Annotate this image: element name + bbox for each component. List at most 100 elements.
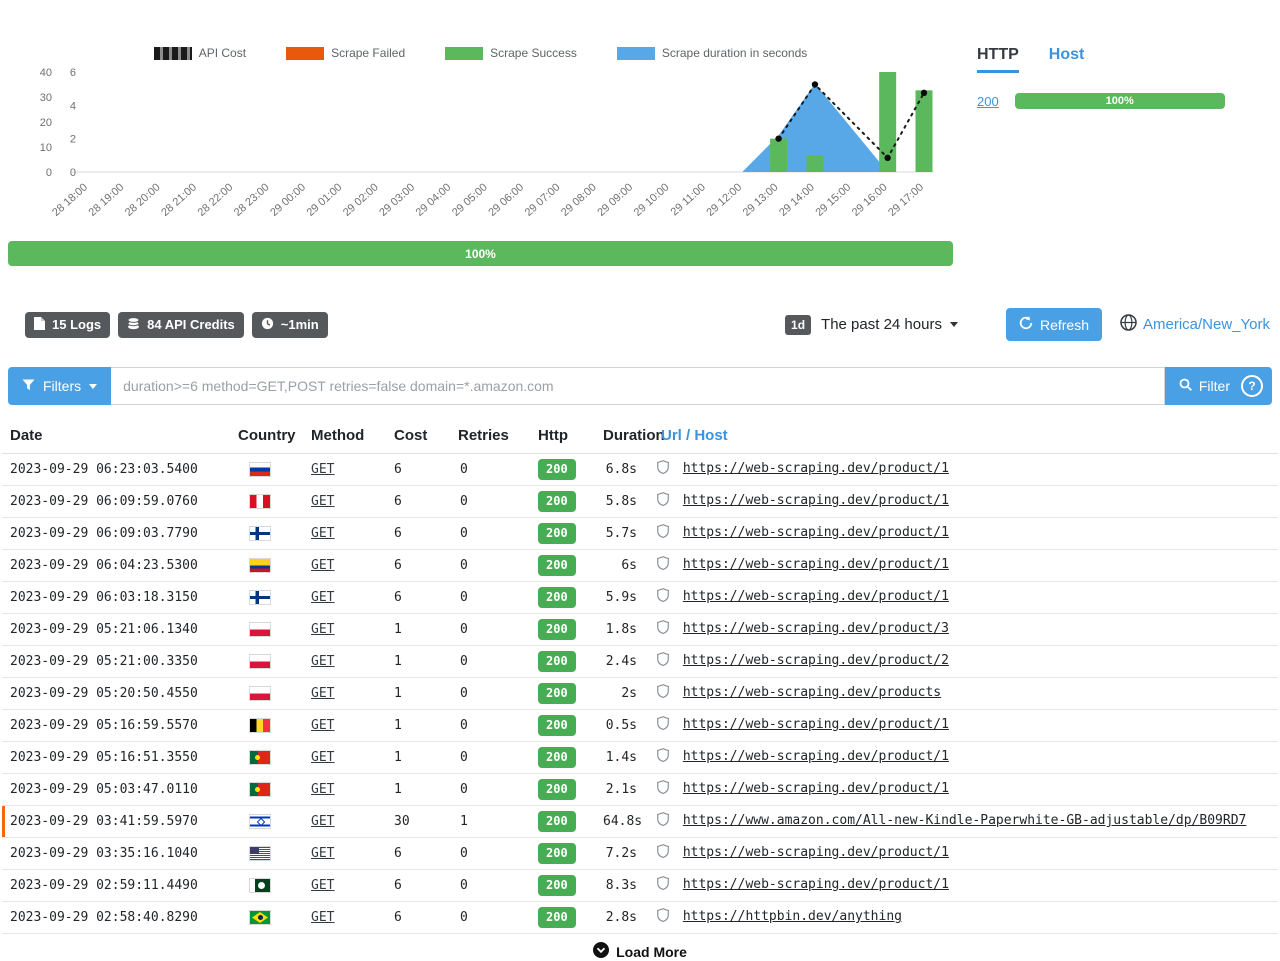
chart-legend: API Cost Scrape Failed Scrape Success Sc… <box>8 46 953 60</box>
log-country <box>230 838 303 870</box>
logs-table-body: 2023-09-29 06:23:03.5400 GET 6 0 200 6.8… <box>2 454 1278 934</box>
tab-http[interactable]: HTTP <box>977 46 1019 73</box>
log-date: 2023-09-29 05:20:50.4550 <box>2 678 230 710</box>
svg-text:4: 4 <box>70 100 76 112</box>
log-duration: 1.8s <box>595 614 653 646</box>
log-url-link[interactable]: https://web-scraping.dev/product/1 <box>683 877 949 892</box>
legend-swatch <box>154 47 192 60</box>
log-url-link[interactable]: https://web-scraping.dev/product/1 <box>683 845 949 860</box>
table-row[interactable]: 2023-09-29 05:21:06.1340 GET 1 0 200 1.8… <box>2 614 1278 646</box>
table-row[interactable]: 2023-09-29 06:09:59.0760 GET 6 0 200 5.8… <box>2 486 1278 518</box>
load-more-button[interactable]: Load More <box>0 942 1280 961</box>
country-flag <box>250 559 270 572</box>
load-more-label: Load More <box>616 944 687 960</box>
col-header-url-host[interactable]: Url / Host <box>653 419 1278 454</box>
log-method: GET <box>303 838 386 870</box>
log-http-status: 200 <box>530 646 595 678</box>
table-row[interactable]: 2023-09-29 05:03:47.0110 GET 1 0 200 2.1… <box>2 774 1278 806</box>
log-retries: 0 <box>450 614 530 646</box>
log-url-link[interactable]: https://web-scraping.dev/product/1 <box>683 493 949 508</box>
http-code-row: 200 100% <box>977 93 1262 109</box>
log-url-cell: https://web-scraping.dev/product/2 <box>653 646 1278 678</box>
help-button[interactable]: ? <box>1241 375 1263 397</box>
table-row[interactable]: 2023-09-29 06:04:23.5300 GET 6 0 200 6s … <box>2 550 1278 582</box>
log-country <box>230 582 303 614</box>
table-row[interactable]: 2023-09-29 05:16:51.3550 GET 1 0 200 1.4… <box>2 742 1278 774</box>
log-url-link[interactable]: https://web-scraping.dev/product/1 <box>683 589 949 604</box>
legend-item[interactable]: Scrape duration in seconds <box>617 46 807 60</box>
table-row[interactable]: 2023-09-29 05:16:59.5570 GET 1 0 200 0.5… <box>2 710 1278 742</box>
table-row[interactable]: 2023-09-29 03:41:59.5970 GET 30 1 200 64… <box>2 806 1278 838</box>
filter-submit-button[interactable]: Filter <box>1179 378 1230 394</box>
svg-text:29 04:00: 29 04:00 <box>414 181 454 219</box>
log-url-link[interactable]: https://httpbin.dev/anything <box>683 909 902 924</box>
log-url-link[interactable]: https://web-scraping.dev/product/1 <box>683 717 949 732</box>
log-url-link[interactable]: https://web-scraping.dev/products <box>683 685 941 700</box>
log-retries: 0 <box>450 870 530 902</box>
log-date: 2023-09-29 06:23:03.5400 <box>2 454 230 486</box>
table-row[interactable]: 2023-09-29 06:03:18.3150 GET 6 0 200 5.9… <box>2 582 1278 614</box>
log-duration: 2.1s <box>595 774 653 806</box>
country-flag <box>250 815 270 828</box>
log-method: GET <box>303 870 386 902</box>
log-url-link[interactable]: https://web-scraping.dev/product/1 <box>683 557 949 572</box>
table-row[interactable]: 2023-09-29 03:35:16.1040 GET 6 0 200 7.2… <box>2 838 1278 870</box>
log-http-status: 200 <box>530 486 595 518</box>
country-flag <box>250 495 270 508</box>
filter-button-label: Filter <box>1199 378 1230 394</box>
log-url-cell: https://web-scraping.dev/product/1 <box>653 774 1278 806</box>
refresh-button[interactable]: Refresh <box>1006 308 1102 341</box>
log-http-status: 200 <box>530 902 595 934</box>
log-url-link[interactable]: https://www.amazon.com/All-new-Kindle-Pa… <box>683 813 1247 828</box>
log-date: 2023-09-29 03:35:16.1040 <box>2 838 230 870</box>
log-method: GET <box>303 902 386 934</box>
log-method: GET <box>303 614 386 646</box>
svg-text:29 14:00: 29 14:00 <box>777 181 817 219</box>
timezone-control: America/New_York <box>1120 314 1270 336</box>
log-http-status: 200 <box>530 550 595 582</box>
log-cost: 6 <box>386 582 450 614</box>
svg-text:29 11:00: 29 11:00 <box>669 181 708 218</box>
http-status-badge: 200 <box>538 779 576 800</box>
filters-dropdown-button[interactable]: Filters <box>8 367 111 405</box>
http-status-badge: 200 <box>538 907 576 928</box>
log-url-cell: https://httpbin.dev/anything <box>653 902 1278 934</box>
log-url-cell: https://www.amazon.com/All-new-Kindle-Pa… <box>653 806 1278 838</box>
log-url-link[interactable]: https://web-scraping.dev/product/1 <box>683 525 949 540</box>
log-country <box>230 550 303 582</box>
timezone-link[interactable]: America/New_York <box>1143 316 1270 333</box>
legend-item[interactable]: Scrape Failed <box>286 46 405 60</box>
log-method: GET <box>303 454 386 486</box>
table-row[interactable]: 2023-09-29 02:58:40.8290 GET 6 0 200 2.8… <box>2 902 1278 934</box>
filter-query-input[interactable] <box>111 367 1165 405</box>
country-flag <box>250 591 270 604</box>
legend-item[interactable]: API Cost <box>154 46 246 60</box>
table-row[interactable]: 2023-09-29 06:23:03.5400 GET 6 0 200 6.8… <box>2 454 1278 486</box>
col-header-http: Http <box>530 419 595 454</box>
log-retries: 1 <box>450 806 530 838</box>
logs-table-header-row: Date Country Method Cost Retries Http Du… <box>2 419 1278 454</box>
tab-host[interactable]: Host <box>1049 46 1085 73</box>
log-url-link[interactable]: https://web-scraping.dev/product/1 <box>683 749 949 764</box>
table-row[interactable]: 2023-09-29 05:20:50.4550 GET 1 0 200 2s … <box>2 678 1278 710</box>
http-code-link[interactable]: 200 <box>977 94 999 109</box>
log-url-cell: https://web-scraping.dev/product/1 <box>653 550 1278 582</box>
svg-text:29 15:00: 29 15:00 <box>813 181 853 219</box>
table-row[interactable]: 2023-09-29 06:09:03.7790 GET 6 0 200 5.7… <box>2 518 1278 550</box>
log-http-status: 200 <box>530 806 595 838</box>
log-url-link[interactable]: https://web-scraping.dev/product/1 <box>683 781 949 796</box>
log-date: 2023-09-29 05:16:51.3550 <box>2 742 230 774</box>
log-duration: 5.9s <box>595 582 653 614</box>
log-country <box>230 742 303 774</box>
table-row[interactable]: 2023-09-29 05:21:00.3350 GET 1 0 200 2.4… <box>2 646 1278 678</box>
log-date: 2023-09-29 02:58:40.8290 <box>2 902 230 934</box>
legend-label: Scrape duration in seconds <box>662 46 807 60</box>
log-date: 2023-09-29 06:04:23.5300 <box>2 550 230 582</box>
table-row[interactable]: 2023-09-29 02:59:11.4490 GET 6 0 200 8.3… <box>2 870 1278 902</box>
http-status-badge: 200 <box>538 459 576 480</box>
log-url-link[interactable]: https://web-scraping.dev/product/1 <box>683 461 949 476</box>
time-range-dropdown[interactable]: The past 24 hours <box>821 316 958 333</box>
legend-item[interactable]: Scrape Success <box>445 46 577 60</box>
log-url-link[interactable]: https://web-scraping.dev/product/2 <box>683 653 949 668</box>
log-url-link[interactable]: https://web-scraping.dev/product/3 <box>683 621 949 636</box>
